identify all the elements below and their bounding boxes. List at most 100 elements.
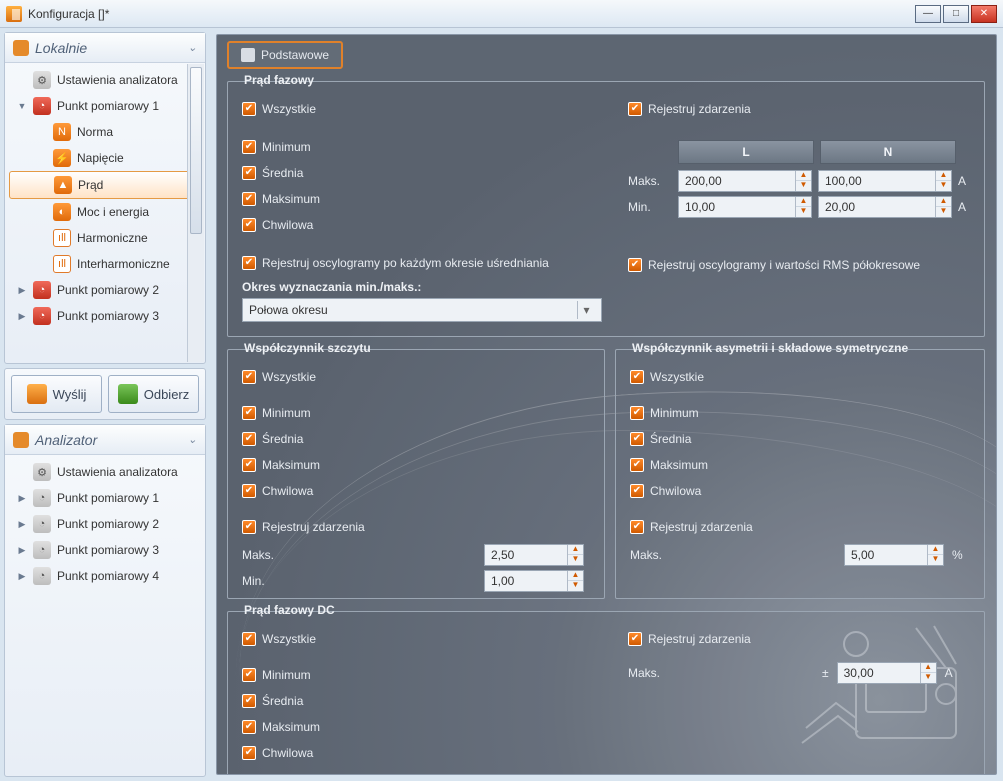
expander-icon[interactable]: ▶	[17, 493, 27, 504]
chk-record-events[interactable]: Rejestruj zdarzenia	[242, 514, 584, 540]
left-column: Lokalnie ⌄ ⚙ Ustawienia analizatora ▼ ◔ …	[0, 28, 210, 781]
gear-icon: ⚙	[33, 71, 51, 89]
group-legend: Współczynnik asymetrii i składowe symetr…	[626, 341, 914, 355]
send-label: Wyślij	[53, 387, 87, 402]
receive-icon	[118, 384, 138, 404]
expander-icon[interactable]: ▶	[17, 311, 27, 322]
input-asym-max[interactable]: 5,00▲▼	[844, 544, 944, 566]
input-dc-max[interactable]: 30,00▲▼	[837, 662, 937, 684]
group-asymmetry: Współczynnik asymetrii i składowe symetr…	[615, 349, 985, 599]
unit-A: A	[958, 200, 966, 214]
chk-max[interactable]: Maksimum	[630, 452, 972, 478]
col-L: L	[678, 140, 814, 164]
tree-item-pp4[interactable]: ▶ ◔ Punkt pomiarowy 4	[5, 563, 205, 589]
chk-inst[interactable]: Chwilowa	[630, 478, 972, 504]
expander-icon[interactable]: ▶	[17, 571, 27, 582]
tree-label: Punkt pomiarowy 1	[57, 491, 159, 505]
chevron-down-icon: ⌄	[188, 433, 197, 446]
tree-label: Ustawienia analizatora	[57, 465, 178, 479]
tab-basic[interactable]: Podstawowe	[227, 41, 343, 69]
minmax-period-label: Okres wyznaczania min./maks.:	[242, 280, 602, 294]
chk-record-events[interactable]: Rejestruj zdarzenia	[628, 626, 972, 652]
tree-item-pp1[interactable]: ▶ ◔ Punkt pomiarowy 1	[5, 485, 205, 511]
chk-record-events[interactable]: Rejestruj zdarzenia	[628, 96, 972, 122]
scrollbar[interactable]	[187, 64, 204, 362]
chk-osc-each-period[interactable]: Rejestruj oscylogramy po każdym okresie …	[242, 250, 602, 276]
chk-all[interactable]: Wszystkie	[242, 364, 584, 390]
chk-max[interactable]: Maksimum	[242, 186, 602, 212]
tree-item-pp2[interactable]: ▶ ◔ Punkt pomiarowy 2	[5, 277, 205, 303]
chk-inst[interactable]: Chwilowa	[242, 478, 584, 504]
chk-osc-rms-halfperiod[interactable]: Rejestruj oscylogramy i wartości RMS pół…	[628, 252, 972, 278]
chk-max[interactable]: Maksimum	[242, 714, 320, 740]
tree-label: Norma	[77, 125, 113, 139]
chk-avg[interactable]: Średnia	[242, 688, 320, 714]
tree-item-harmonics[interactable]: ıll Harmoniczne	[5, 225, 205, 251]
tree-item-interharmonics[interactable]: ıll Interharmoniczne	[5, 251, 205, 277]
chk-all[interactable]: Wszystkie	[630, 364, 972, 390]
tree-label: Moc i energia	[77, 205, 149, 219]
tree-label: Prąd	[78, 178, 103, 192]
group-phase-current: Prąd fazowy Wszystkie Minimum Średnia Ma…	[227, 81, 985, 337]
tree-item-pp3[interactable]: ▶ ◔ Punkt pomiarowy 3	[5, 303, 205, 329]
input-crest-max[interactable]: 2,50▲▼	[484, 544, 584, 566]
chk-all[interactable]: Wszystkie	[242, 626, 320, 652]
chk-min[interactable]: Minimum	[242, 662, 320, 688]
expander-icon[interactable]: ▶	[17, 545, 27, 556]
chk-avg[interactable]: Średnia	[630, 426, 972, 452]
send-button[interactable]: Wyślij	[11, 375, 102, 413]
input-L-max[interactable]: 200,00▲▼	[678, 170, 812, 192]
measure-point-icon: ◔	[33, 515, 51, 533]
input-L-min[interactable]: 10,00▲▼	[678, 196, 812, 218]
chk-inst[interactable]: Chwilowa	[242, 212, 602, 238]
measure-point-icon: ◔	[33, 281, 51, 299]
select-value: Połowa okresu	[249, 303, 328, 317]
chk-min[interactable]: Minimum	[242, 134, 602, 160]
analyzer-icon	[13, 432, 29, 448]
unit-pct: %	[952, 548, 963, 562]
norm-icon: N	[53, 123, 71, 141]
select-period[interactable]: Połowa okresu ▾	[242, 298, 602, 322]
chk-inst[interactable]: Chwilowa	[242, 740, 320, 766]
chk-avg[interactable]: Średnia	[242, 160, 602, 186]
tree-label: Ustawienia analizatora	[57, 73, 178, 87]
measure-point-icon: ◔	[33, 307, 51, 325]
bars-icon: ıll	[53, 255, 71, 273]
measure-point-icon: ◔	[33, 541, 51, 559]
chk-record-events[interactable]: Rejestruj zdarzenia	[630, 514, 972, 540]
maximize-button[interactable]: □	[943, 5, 969, 23]
tree-item-power[interactable]: ◐ Moc i energia	[5, 199, 205, 225]
chk-avg[interactable]: Średnia	[242, 426, 584, 452]
tree-item-analyzer-settings[interactable]: ⚙ Ustawienia analizatora	[5, 67, 205, 93]
transfer-panel: Wyślij Odbierz	[4, 368, 206, 420]
input-N-max[interactable]: 100,00▲▼	[818, 170, 952, 192]
tree-item-pp3[interactable]: ▶ ◔ Punkt pomiarowy 3	[5, 537, 205, 563]
tree-label: Punkt pomiarowy 2	[57, 517, 159, 531]
local-header[interactable]: Lokalnie ⌄	[5, 33, 205, 63]
expander-icon[interactable]: ▶	[17, 285, 27, 296]
input-N-min[interactable]: 20,00▲▼	[818, 196, 952, 218]
group-legend: Współczynnik szczytu	[238, 341, 377, 355]
tree-label: Punkt pomiarowy 3	[57, 309, 159, 323]
input-crest-min[interactable]: 1,00▲▼	[484, 570, 584, 592]
tree-item-analyzer-settings[interactable]: ⚙ Ustawienia analizatora	[5, 459, 205, 485]
analyzer-header[interactable]: Analizator ⌄	[5, 425, 205, 455]
label-min: Min.	[628, 200, 672, 214]
measure-point-icon: ◔	[33, 489, 51, 507]
minimize-button[interactable]: —	[915, 5, 941, 23]
chk-all[interactable]: Wszystkie	[242, 96, 602, 122]
tree-item-pp2[interactable]: ▶ ◔ Punkt pomiarowy 2	[5, 511, 205, 537]
tree-item-norma[interactable]: N Norma	[5, 119, 205, 145]
chk-min[interactable]: Minimum	[242, 400, 584, 426]
tree-item-voltage[interactable]: ⚡ Napięcie	[5, 145, 205, 171]
expander-icon[interactable]: ▶	[17, 519, 27, 530]
warning-icon: ▲	[54, 176, 72, 194]
close-button[interactable]: ✕	[971, 5, 997, 23]
tree-item-current[interactable]: ▲ Prąd	[9, 171, 201, 199]
expander-icon[interactable]: ▼	[17, 101, 27, 111]
gauge-icon: ◐	[53, 203, 71, 221]
receive-button[interactable]: Odbierz	[108, 375, 199, 413]
chk-max[interactable]: Maksimum	[242, 452, 584, 478]
tree-item-pp1[interactable]: ▼ ◔ Punkt pomiarowy 1	[5, 93, 205, 119]
chk-min[interactable]: Minimum	[630, 400, 972, 426]
